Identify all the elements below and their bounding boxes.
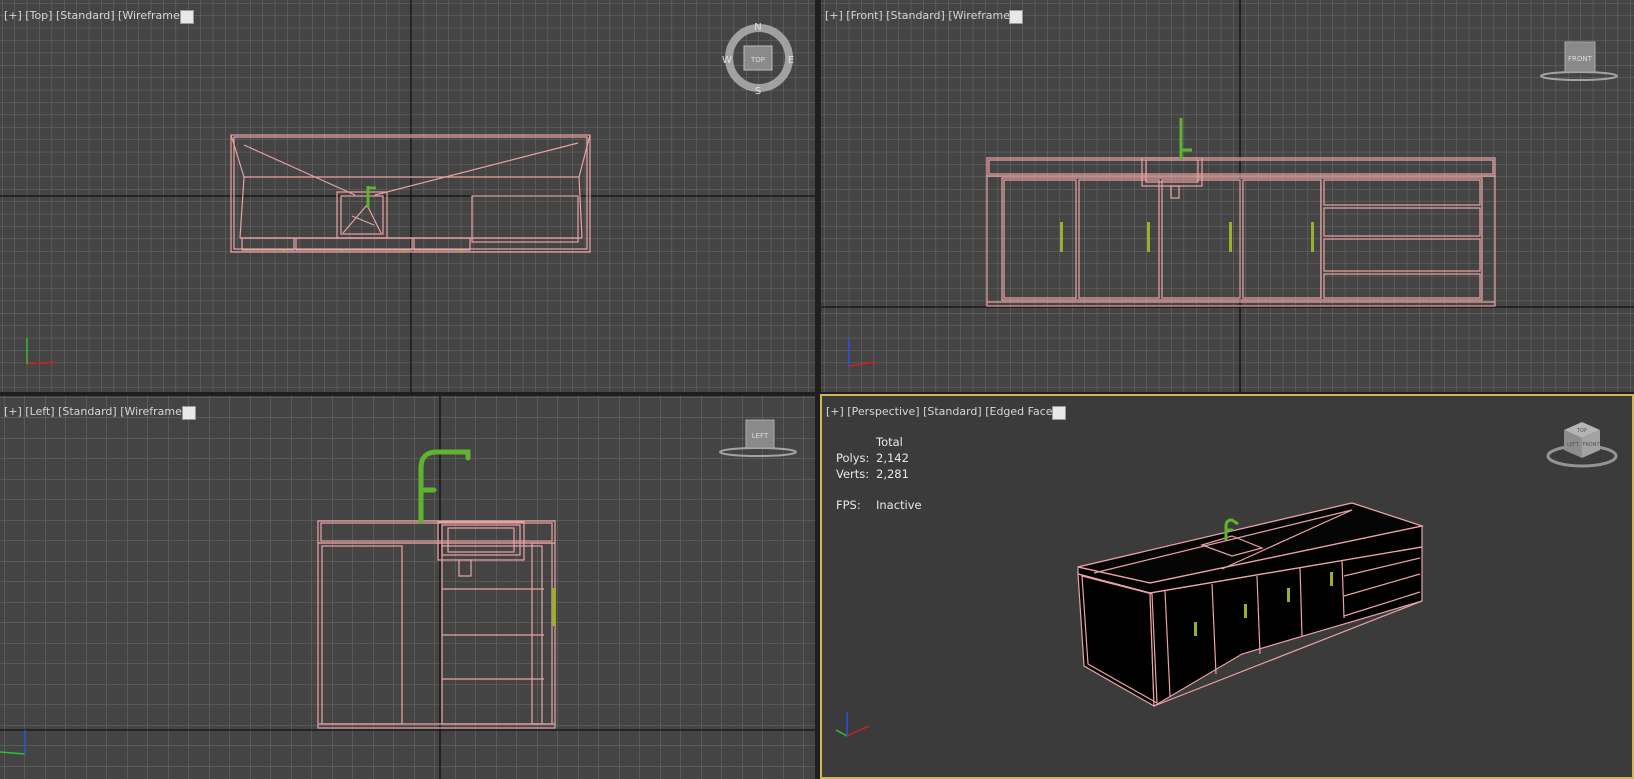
- statistics-overlay: Total Polys: 2,142 Verts: 2,281 FPS: Inacti…: [836, 434, 922, 513]
- left-viewport-canvas: LEFT: [0, 396, 815, 779]
- stats-fps-value: Inactive: [876, 498, 922, 512]
- viewport-perspective[interactable]: TOP FRONT LEFT [+] [Perspective] [Standa…: [820, 394, 1634, 779]
- compass-n: N: [754, 22, 761, 33]
- front-viewport-canvas: FRONT: [821, 0, 1634, 392]
- viewcube-left-label: LEFT: [752, 432, 769, 440]
- stats-polys-value: 2,142: [876, 451, 909, 465]
- viewport-label-left[interactable]: [+] [Left] [Standard] [Wireframe]: [4, 405, 186, 418]
- viewcube-persp-front-label: FRONT: [1582, 442, 1600, 448]
- viewport-left[interactable]: LEFT [+] [Left] [Standard] [Wireframe]: [0, 396, 815, 779]
- compass-w: W: [722, 55, 732, 66]
- stats-polys-label: Polys:: [836, 451, 870, 465]
- viewcube-persp-left-label: LEFT: [1567, 442, 1580, 448]
- viewport-front[interactable]: FRONT [+] [Front] [Standard] [Wireframe]: [821, 0, 1634, 392]
- viewport-menu-box-front[interactable]: [1009, 10, 1023, 24]
- viewport-menu-box-left[interactable]: [182, 406, 196, 420]
- viewport-label-front[interactable]: [+] [Front] [Standard] [Wireframe]: [825, 9, 1014, 22]
- compass-e: E: [788, 55, 794, 66]
- axis-tripod-icon: [835, 712, 870, 737]
- stats-verts-label: Verts:: [836, 467, 870, 481]
- viewport-menu-box-top[interactable]: [180, 10, 194, 24]
- viewport-top[interactable]: N S E W TOP [+] [Top] [Standard] [Wirefr…: [0, 0, 815, 392]
- viewport-label-top[interactable]: [+] [Top] [Standard] [Wireframe]: [4, 9, 184, 22]
- compass-s: S: [755, 86, 761, 97]
- viewcube-front-label: FRONT: [1568, 55, 1593, 63]
- stats-fps-label: FPS:: [836, 498, 861, 512]
- viewport-label-perspective[interactable]: [+] [Perspective] [Standard] [Edged Face…: [826, 405, 1063, 418]
- viewcube-persp-top-label: TOP: [1576, 428, 1587, 434]
- handle-left: [552, 588, 556, 626]
- stats-header: Total: [876, 435, 903, 449]
- cabinet-perspective: [1077, 502, 1425, 708]
- top-viewport-canvas: N S E W TOP: [0, 0, 815, 392]
- stats-verts-value: 2,281: [876, 467, 909, 481]
- perspective-viewport-canvas: TOP FRONT LEFT: [835, 422, 1618, 737]
- viewport-menu-box-perspective[interactable]: [1052, 406, 1066, 420]
- viewcube-top-label: TOP: [750, 56, 765, 64]
